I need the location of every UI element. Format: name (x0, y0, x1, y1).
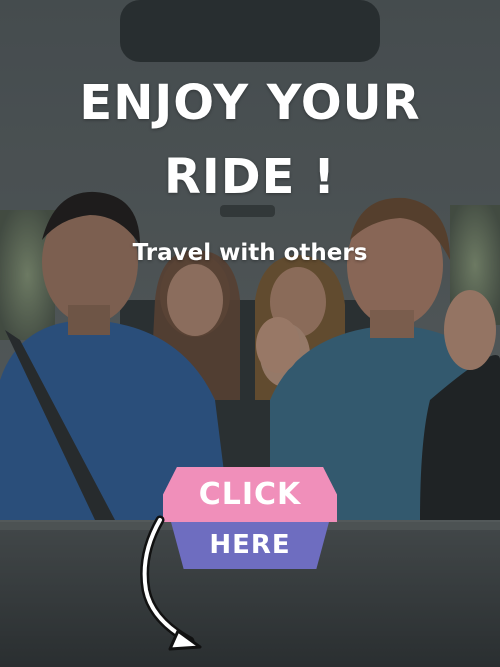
curved-arrow-down-icon (140, 515, 202, 651)
headline-line-1: ENJOY YOUR (79, 75, 421, 131)
headline-line-2: RIDE ! (163, 149, 337, 205)
headline: ENJOY YOUR RIDE ! (0, 66, 500, 214)
cta-click-label: CLICK (198, 477, 302, 512)
subtitle: Travel with others (132, 240, 368, 266)
